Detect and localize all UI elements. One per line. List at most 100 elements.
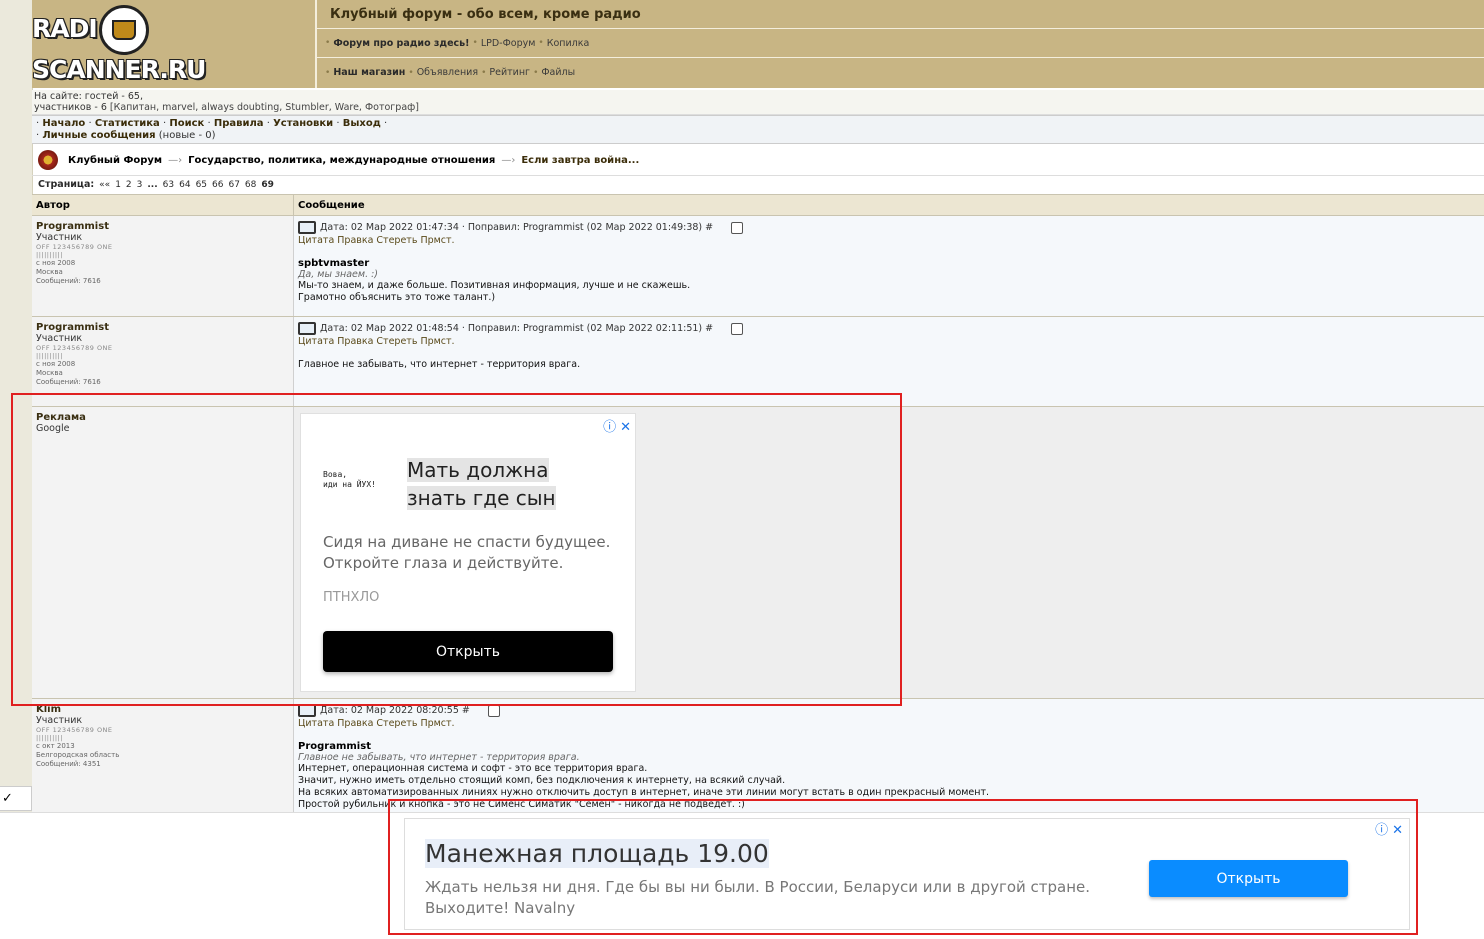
author-rank: OFF 123456789 ONE (36, 344, 113, 352)
bottom-ad-headline[interactable]: Манежная площадь 19.00 (425, 839, 769, 868)
main-nav: · Начало · Статистика · Поиск · Правила … (32, 115, 1484, 144)
delete-button[interactable]: Стереть (376, 718, 417, 729)
bottom-ad-banner[interactable]: ⓘ ✕ Манежная площадь 19.00 Ждать нельзя н… (404, 818, 1410, 930)
nav-home[interactable]: Начало (42, 118, 85, 129)
bottom-ad-open-button[interactable]: Открыть (1149, 860, 1348, 897)
author-rank-bar: |||||||||| (36, 251, 63, 259)
pm-button[interactable]: Прмст. (420, 718, 454, 729)
breadcrumb: Клубный Форум —› Государство, политика, … (32, 145, 1484, 176)
post-row: Programmist Участник OFF 123456789 ONE |… (32, 317, 1484, 407)
delete-button[interactable]: Стереть (376, 235, 417, 246)
author-name[interactable]: Programmist (36, 221, 293, 232)
page-link[interactable]: 63 (163, 180, 174, 190)
logo-cup-icon (98, 4, 149, 55)
page-link[interactable]: 67 (228, 180, 239, 190)
ad-open-button[interactable]: Открыть (323, 631, 613, 672)
author-name[interactable]: Programmist (36, 322, 293, 333)
post-message-cell: Дата: 02 Мар 2022 01:47:34 · Поправил: P… (294, 216, 1484, 316)
site-logo[interactable]: RADISCANNER.RU (32, 0, 317, 88)
ad-post-row: Реклама Google ⓘ ✕ Вова, иди на ЙУХ! Мать… (32, 407, 1484, 699)
ad-author-cell: Реклама Google (32, 407, 294, 698)
author-msg-count: Сообщений: 7616 (36, 277, 101, 285)
nav-private-messages[interactable]: Личные сообщения (42, 130, 155, 141)
check-icon: ✓ (2, 791, 13, 806)
pagination-label: Страница: (38, 179, 95, 190)
nav-logout[interactable]: Выход (343, 118, 381, 129)
nav-stats[interactable]: Статистика (95, 118, 160, 129)
link-rating[interactable]: Рейтинг (489, 67, 530, 78)
post-message-cell: Дата: 02 Мар 2022 01:48:54 · Поправил: P… (294, 317, 1484, 406)
quote-author: spbtvmaster (298, 258, 370, 269)
ad-description: Сидя на диване не спасти будущее. Открой… (323, 533, 611, 572)
ad-banner[interactable]: ⓘ ✕ Вова, иди на ЙУХ! Мать должна знать г… (300, 413, 636, 692)
page-link[interactable]: 64 (179, 180, 190, 190)
quote-button[interactable]: Цитата (298, 718, 334, 729)
quote-author: Programmist (298, 741, 371, 752)
breadcrumb-forum[interactable]: Клубный Форум (68, 155, 162, 166)
link-files[interactable]: Файлы (541, 67, 575, 78)
ad-info-icon[interactable]: ⓘ (603, 420, 616, 435)
post-select-checkbox[interactable] (487, 704, 500, 717)
post-select-checkbox[interactable] (731, 221, 744, 234)
author-city: Москва (36, 369, 63, 377)
link-ads[interactable]: Объявления (417, 67, 478, 78)
online-users: На сайте: гостей - 65, участников - 6 [К… (32, 90, 1484, 115)
col-author: Автор (32, 195, 294, 215)
post-text-line: На всяких автоматизированных линиях нужн… (298, 787, 990, 798)
pm-count: (новые - 0) (158, 130, 216, 141)
link-kopilka[interactable]: Копилка (547, 38, 590, 49)
computer-icon (298, 221, 316, 234)
header-links-row2: • Наш магазин • Объявления • Рейтинг • Файлы (325, 67, 576, 78)
nav-rules[interactable]: Правила (214, 118, 264, 129)
author-rank: OFF 123456789 ONE (36, 726, 113, 734)
breadcrumb-section[interactable]: Государство, политика, международные отн… (188, 155, 495, 166)
nav-settings[interactable]: Установки (273, 118, 333, 129)
post-row: Klim Участник OFF 123456789 ONE ||||||||… (32, 699, 1484, 820)
online-guests: На сайте: гостей - 65, (34, 91, 143, 102)
link-shop[interactable]: Наш магазин (333, 67, 405, 78)
page-link[interactable]: 66 (212, 180, 223, 190)
post-text-line: Простой рубильник и кнопка - это не Симе… (298, 799, 745, 810)
author-rank-bar: |||||||||| (36, 352, 63, 360)
quote-button[interactable]: Цитата (298, 336, 334, 347)
author-city: Белгородская область (36, 751, 120, 759)
side-check-tab[interactable]: ✓ (0, 786, 32, 811)
ad-headline[interactable]: Мать должна знать где сын (407, 456, 556, 512)
link-radio-forum[interactable]: Форум про радио здесь! (333, 38, 469, 49)
post-text-line: Значит, нужно иметь отдельно стоящий ком… (298, 775, 786, 786)
ad-close-icon[interactable]: ✕ (1392, 823, 1403, 838)
ad-info-icon[interactable]: ⓘ (1375, 823, 1388, 838)
nav-search[interactable]: Поиск (169, 118, 204, 129)
author-rank: OFF 123456789 ONE (36, 243, 113, 251)
page-prev[interactable]: «« (99, 180, 110, 190)
ad-close-icon[interactable]: ✕ (620, 420, 631, 435)
page-link[interactable]: 1 (115, 180, 121, 190)
ad-thumbnail: Вова, иди на ЙУХ! (323, 470, 376, 490)
post-select-checkbox[interactable] (731, 322, 744, 335)
link-lpd-forum[interactable]: LPD-Форум (481, 38, 536, 49)
edit-button[interactable]: Правка (337, 235, 373, 246)
header-links-row1: • Форум про радио здесь! • LPD-Форум • Копи… (317, 29, 1484, 58)
author-role: Участник (36, 333, 83, 344)
quote-button[interactable]: Цитата (298, 235, 334, 246)
page-link[interactable]: 3 (137, 180, 143, 190)
delete-button[interactable]: Стереть (376, 336, 417, 347)
post-text-line: Интернет, операционная система и софт - … (298, 763, 648, 774)
posts-table: Автор Сообщение Programmist Участник OFF… (32, 194, 1484, 820)
author-since: с ноя 2008 (36, 360, 76, 368)
ad-headline-line: знать где сын (407, 486, 556, 510)
edit-button[interactable]: Правка (337, 718, 373, 729)
post-message-cell: Дата: 02 Мар 2022 08:20:55 # Цитата Правк… (294, 699, 1484, 819)
ad-headline-line: Мать должна (407, 458, 549, 482)
coat-of-arms-icon (38, 150, 58, 170)
left-margin-strip (0, 0, 33, 812)
page-link[interactable]: 2 (126, 180, 132, 190)
pagination: Страница: «« 1 2 3 ... 63 64 65 66 67 68… (32, 177, 1484, 192)
post-text-line: Главное не забывать, что интернет - терр… (298, 359, 581, 370)
edit-button[interactable]: Правка (337, 336, 373, 347)
author-name[interactable]: Klim (36, 704, 293, 715)
pm-button[interactable]: Прмст. (420, 336, 454, 347)
page-link[interactable]: 68 (245, 180, 256, 190)
page-link[interactable]: 65 (196, 180, 207, 190)
pm-button[interactable]: Прмст. (420, 235, 454, 246)
